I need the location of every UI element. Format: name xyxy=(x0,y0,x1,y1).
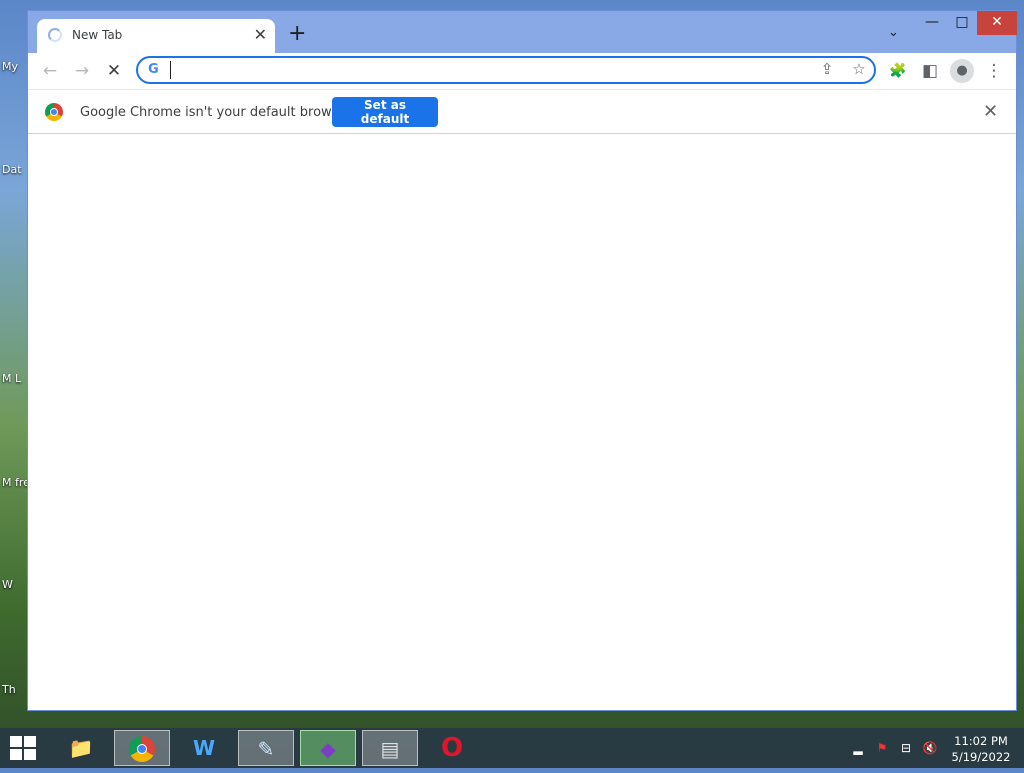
clock-date: 5/19/2022 xyxy=(951,750,1011,764)
browser-toolbar: ← → ✕ G ⇪ ☆ 🧩 ◧ ● ⋮ xyxy=(28,53,1016,89)
taskbar-opera-icon[interactable]: O xyxy=(424,730,480,766)
tab-search-chevron-icon[interactable]: ⌄ xyxy=(888,25,899,40)
title-bar[interactable]: New Tab ✕ + ⌄ — □ ✕ xyxy=(28,11,1017,53)
share-icon[interactable]: ⇪ xyxy=(816,60,838,78)
chrome-icon xyxy=(129,736,155,762)
taskbar-task-manager-icon[interactable]: ▤ xyxy=(362,730,418,766)
stop-loading-button[interactable]: ✕ xyxy=(102,59,126,83)
infobar-close-icon[interactable]: ✕ xyxy=(983,101,998,122)
tray-network-icon[interactable]: ⊟ xyxy=(898,740,914,756)
tray-flag-icon[interactable]: ⚑ xyxy=(874,740,890,756)
page-content[interactable] xyxy=(28,134,1016,710)
desktop-icon-label[interactable]: Th xyxy=(2,683,16,696)
close-window-button[interactable]: ✕ xyxy=(977,11,1017,35)
forward-button[interactable]: → xyxy=(70,59,94,83)
bookmark-star-icon[interactable]: ☆ xyxy=(848,60,870,78)
google-g-icon: G xyxy=(148,62,159,77)
minimize-button[interactable]: — xyxy=(917,11,947,35)
desktop-icon-label[interactable]: M L xyxy=(2,372,21,385)
desktop-icon-label[interactable]: My xyxy=(2,60,18,73)
chrome-window: New Tab ✕ + ⌄ — □ ✕ ← → ✕ G ⇪ ☆ 🧩 ◧ ● ⋮ … xyxy=(27,10,1017,711)
chrome-menu-button[interactable]: ⋮ xyxy=(982,59,1006,83)
clock-time: 11:02 PM xyxy=(954,734,1008,748)
taskbar-file-explorer-icon[interactable]: 📁 xyxy=(53,730,109,766)
default-browser-infobar: Google Chrome isn't your default browser… xyxy=(28,89,1016,134)
start-button[interactable] xyxy=(6,733,42,763)
taskbar: 📁 W ✎ ◆ ▤ O ▂ ⚑ ⊟ 🔇 11:02 PM 5/19/2022 xyxy=(0,728,1024,768)
maximize-button[interactable]: □ xyxy=(947,11,977,35)
loading-spinner-icon xyxy=(48,28,62,42)
taskbar-wing-ide-icon[interactable]: W xyxy=(176,730,232,766)
tab-close-icon[interactable]: ✕ xyxy=(254,25,267,45)
desktop-icon-label[interactable]: Dat xyxy=(2,163,22,176)
chrome-logo-icon xyxy=(45,103,63,121)
taskbar-visual-studio-installer-icon[interactable]: ◆ xyxy=(300,730,356,766)
tray-volume-muted-icon[interactable]: 🔇 xyxy=(922,740,938,756)
extensions-icon[interactable]: 🧩 xyxy=(886,59,910,83)
address-bar[interactable]: G ⇪ ☆ xyxy=(136,56,876,84)
system-clock[interactable]: 11:02 PM 5/19/2022 xyxy=(946,733,1016,765)
taskbar-notepad-icon[interactable]: ✎ xyxy=(238,730,294,766)
tray-notification-icon[interactable]: ▂ xyxy=(850,740,866,756)
tab-new-tab[interactable]: New Tab ✕ xyxy=(37,19,275,53)
tab-title: New Tab xyxy=(72,28,123,42)
taskbar-chrome-icon[interactable] xyxy=(114,730,170,766)
new-tab-button[interactable]: + xyxy=(288,22,306,46)
profile-avatar-icon[interactable]: ● xyxy=(950,59,974,83)
set-as-default-button[interactable]: Set as default xyxy=(332,97,438,127)
desktop-icon-label[interactable]: W xyxy=(2,578,13,591)
side-panel-icon[interactable]: ◧ xyxy=(918,59,942,83)
omnibox-input[interactable] xyxy=(170,61,793,79)
infobar-message: Google Chrome isn't your default browser xyxy=(80,105,352,120)
back-button[interactable]: ← xyxy=(38,59,62,83)
